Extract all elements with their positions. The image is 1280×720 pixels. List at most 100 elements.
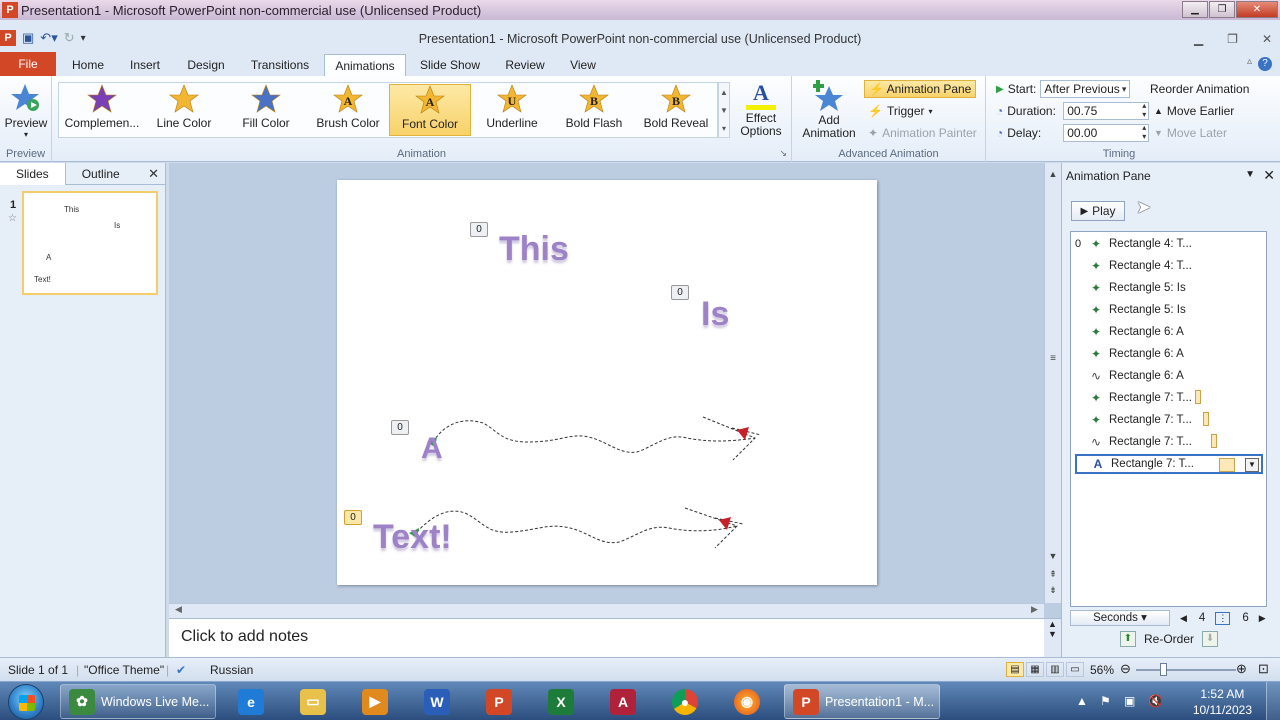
item-dropdown-icon[interactable]: ▼ bbox=[1245, 458, 1259, 472]
next-slide-icon[interactable]: ⇟ bbox=[1045, 585, 1061, 596]
scroll-left-icon[interactable]: ◀ bbox=[175, 604, 182, 615]
gallery-item[interactable]: Fill Color bbox=[225, 84, 307, 136]
clock[interactable]: 1:52 AM 10/11/2023 bbox=[1193, 686, 1252, 718]
minimize-ribbon-icon[interactable]: ▵ bbox=[1247, 56, 1252, 67]
start-button[interactable] bbox=[8, 684, 44, 720]
notes-pane[interactable]: Click to add notes ▲ ▼ bbox=[169, 618, 1061, 658]
gallery-more-icon[interactable]: ▾ bbox=[722, 124, 726, 133]
taskbar-access[interactable]: A bbox=[598, 684, 648, 719]
tab-transitions[interactable]: Transitions bbox=[244, 54, 316, 76]
slide-word-text[interactable]: Text! bbox=[373, 518, 452, 557]
fit-to-window-icon[interactable]: ⊡ bbox=[1258, 661, 1269, 677]
gallery-item[interactable]: U Underline bbox=[471, 84, 553, 136]
gallery-item[interactable]: Line Color bbox=[143, 84, 225, 136]
taskbar-explorer[interactable]: ▭ bbox=[288, 684, 338, 719]
gallery-item[interactable]: A Font Color bbox=[389, 84, 471, 136]
reorder-down-icon[interactable]: ⬇ bbox=[1202, 631, 1219, 647]
animation-list-item[interactable]: ✦ Rectangle 6: A bbox=[1075, 322, 1263, 342]
gallery-item[interactable]: B Bold Flash bbox=[553, 84, 635, 136]
animation-list-item[interactable]: 0 ✦ Rectangle 4: T... bbox=[1075, 234, 1263, 254]
animation-tag[interactable]: 0 bbox=[671, 285, 689, 300]
tab-design[interactable]: Design bbox=[180, 54, 232, 76]
seconds-dropdown[interactable]: Seconds ▾ bbox=[1070, 610, 1170, 626]
animation-list-item[interactable]: ∿ Rectangle 6: A bbox=[1075, 366, 1263, 386]
tray-expand-icon[interactable]: ▲ bbox=[1076, 694, 1088, 708]
tab-review[interactable]: Review bbox=[498, 54, 552, 76]
show-desktop-button[interactable] bbox=[1266, 682, 1280, 720]
zoom-slider[interactable] bbox=[1136, 669, 1236, 671]
tab-home[interactable]: Home bbox=[66, 54, 110, 76]
gallery-up-icon[interactable]: ▲ bbox=[720, 88, 728, 97]
tab-outline[interactable]: Outline bbox=[66, 163, 136, 185]
slide-word-this[interactable]: This bbox=[499, 230, 569, 269]
zoom-in-icon[interactable]: ⊕ bbox=[1236, 661, 1247, 677]
taskbar-presentation[interactable]: P Presentation1 - M... bbox=[784, 684, 940, 719]
scroll-right-icon[interactable]: ▶ bbox=[1031, 604, 1038, 615]
vertical-scrollbar[interactable]: ▲ ≡ ▼ ⇞ ⇟ bbox=[1044, 163, 1061, 603]
taskbar-powerpoint[interactable]: P bbox=[474, 684, 524, 719]
taskbar-firefox[interactable]: ◉ bbox=[722, 684, 772, 719]
zoom-slider-thumb[interactable] bbox=[1160, 663, 1167, 676]
animation-pane-button[interactable]: ⚡ Animation Pane bbox=[864, 80, 977, 98]
animation-tag[interactable]: 0 bbox=[470, 222, 488, 237]
taskbar-chrome[interactable]: ● bbox=[660, 684, 710, 719]
pane-close-icon[interactable]: ✕ bbox=[1263, 167, 1275, 184]
reorder-up-icon[interactable]: ⬆ bbox=[1120, 631, 1136, 647]
scroll-thumb[interactable]: ≡ bbox=[1045, 353, 1061, 364]
tab-slides[interactable]: Slides bbox=[0, 162, 66, 185]
normal-view-icon[interactable]: ▤ bbox=[1006, 662, 1024, 677]
delay-input[interactable]: 00.00 bbox=[1063, 123, 1150, 142]
zoom-level[interactable]: 56% bbox=[1090, 663, 1114, 677]
gallery-item[interactable]: Complemen... bbox=[61, 84, 143, 136]
dialog-launcher-icon[interactable]: ↘ bbox=[779, 148, 787, 159]
animation-list-item[interactable]: ✦ Rectangle 7: T... bbox=[1075, 410, 1263, 430]
gallery-item[interactable]: A Brush Color bbox=[307, 84, 389, 136]
animation-tag[interactable]: 0 bbox=[344, 510, 362, 525]
spelling-check-icon[interactable]: ✔ bbox=[176, 663, 186, 677]
reading-view-icon[interactable]: ▥ bbox=[1046, 662, 1064, 677]
slide-word-a[interactable]: A bbox=[421, 432, 443, 466]
notes-placeholder[interactable]: Click to add notes bbox=[181, 628, 308, 646]
animation-list-item[interactable]: ✦ Rectangle 7: T... bbox=[1075, 388, 1263, 408]
play-button[interactable]: ▶ Play bbox=[1071, 201, 1125, 221]
taskbar-windows-live[interactable]: ✿ Windows Live Me... bbox=[60, 684, 216, 719]
taskbar-excel[interactable]: X bbox=[536, 684, 586, 719]
animation-list-item[interactable]: ✦ Rectangle 5: Is bbox=[1075, 278, 1263, 298]
add-animation-button[interactable]: Add Animation bbox=[796, 80, 862, 140]
taskbar-ie[interactable]: e bbox=[226, 684, 276, 719]
outer-close-icon[interactable]: ✕ bbox=[1236, 1, 1278, 18]
animation-list-item[interactable]: A Rectangle 7: T... ▼ bbox=[1075, 454, 1263, 474]
effect-options-button[interactable]: A Effect Options bbox=[736, 82, 786, 138]
tab-insert[interactable]: Insert bbox=[122, 54, 168, 76]
preview-dropdown-icon[interactable]: ▾ bbox=[24, 130, 28, 139]
slide-sorter-icon[interactable]: ▦ bbox=[1026, 662, 1044, 677]
gallery-scroll[interactable]: ▲ ▼ ▾ bbox=[718, 82, 730, 138]
restore-icon[interactable]: ❐ bbox=[1227, 32, 1238, 46]
tab-file[interactable]: File bbox=[0, 52, 56, 76]
tab-view[interactable]: View bbox=[562, 54, 604, 76]
minimize-icon[interactable]: ▁ bbox=[1194, 32, 1203, 46]
motion-path-a[interactable] bbox=[432, 420, 756, 453]
gallery-item[interactable]: B Bold Reveal bbox=[635, 84, 717, 136]
zoom-out-icon[interactable]: ⊖ bbox=[1120, 661, 1131, 677]
duration-input[interactable]: 00.75 bbox=[1063, 101, 1150, 120]
preview-button[interactable]: Preview ▾ bbox=[4, 82, 48, 139]
move-later-button[interactable]: ▼ Move Later bbox=[1154, 126, 1227, 140]
pane-options-icon[interactable]: ▼ bbox=[1245, 169, 1255, 180]
taskbar-word[interactable]: W bbox=[412, 684, 462, 719]
animation-pane-toggle[interactable]: ⚡ Animation Pane bbox=[864, 80, 977, 98]
animation-list-item[interactable]: ∿ Rectangle 7: T... bbox=[1075, 432, 1263, 452]
slide-word-is[interactable]: Is bbox=[701, 295, 729, 334]
outer-minimize-icon[interactable]: ▁ bbox=[1182, 1, 1208, 18]
animation-painter-button[interactable]: ✦ Animation Painter bbox=[868, 126, 977, 140]
animation-list-item[interactable]: ✦ Rectangle 5: Is bbox=[1075, 300, 1263, 320]
tab-animations[interactable]: Animations bbox=[324, 54, 406, 76]
powerpoint-app-icon[interactable]: P bbox=[2, 2, 18, 18]
previous-slide-icon[interactable]: ⇞ bbox=[1045, 569, 1061, 580]
slide-canvas[interactable]: 0 This 0 Is 0 A 0 Text! bbox=[337, 180, 877, 585]
network-icon[interactable]: ▣ bbox=[1124, 694, 1135, 708]
language[interactable]: Russian bbox=[210, 663, 253, 677]
gallery-down-icon[interactable]: ▼ bbox=[720, 106, 728, 115]
slideshow-view-icon[interactable]: ▭ bbox=[1066, 662, 1084, 677]
motion-path-text[interactable] bbox=[416, 510, 738, 544]
